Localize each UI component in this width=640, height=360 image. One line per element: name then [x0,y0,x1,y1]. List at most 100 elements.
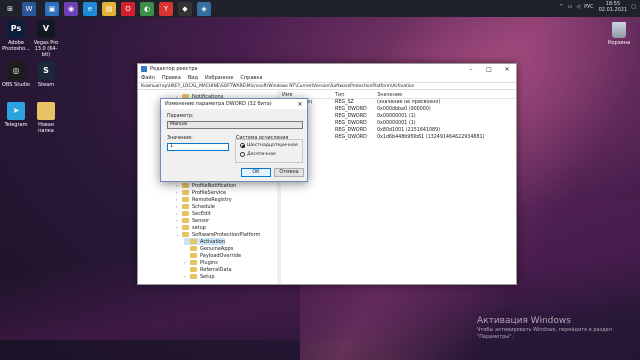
folder-icon [190,267,197,272]
network-icon[interactable]: ▭ [567,4,572,10]
tree-item-label: setup [192,224,206,231]
dialog-titlebar[interactable]: Изменение параметра DWORD (32 бита) ✕ [161,99,307,109]
desktop-shortcut-label: Vegas Pro 13.0 (64-bit) [33,40,59,58]
desktop-shortcut-label: Adobe Photosho... [2,40,30,52]
tree-item[interactable]: › Plugins [184,259,218,266]
terminal-icon[interactable]: ▣ [45,1,59,16]
folder-icon [182,232,189,237]
param-label: Параметр: [167,114,194,119]
value-row[interactable]: IntervalREG_DWORD0x000dbba0 (900000) [280,106,516,113]
folder-icon [182,218,189,223]
values-pane: Имя Тип Значение умолчанию)REG_SZ(значен… [280,91,516,284]
folder-icon [182,225,189,230]
tree-item[interactable]: ⌄ SoftwareProtectionPlatform [176,231,260,238]
value-row[interactable]: REG_DWORD 0x00000001 (1) [280,113,516,120]
tree-item[interactable]: › ProfileService [176,189,226,196]
tree-item-label: ProfileService [192,189,227,196]
desktop-shortcut[interactable]: V Vegas Pro 13.0 (64-bit) [31,20,61,58]
radix-hex-radio[interactable]: Шестнадцатеричная [240,143,298,148]
tree-item[interactable]: › Setup [184,273,215,280]
tree-item[interactable]: Activation [184,238,226,245]
tree-item[interactable]: › setup [176,224,206,231]
tree-item-label: ProfileNotification [192,182,237,189]
cancel-button[interactable]: Отмена [274,168,304,177]
value-type: REG_DWORD [335,128,367,133]
radix-dec-label: Десятичная [247,152,276,157]
radio-empty-icon [240,152,245,157]
menu-item[interactable]: Справка [240,75,262,81]
notification-icon[interactable]: ▢ [631,4,636,10]
language-indicator[interactable]: РУС [584,4,594,10]
column-name[interactable]: Имя [280,92,335,98]
value-data: (значение не присвоено) [377,100,441,105]
value-row[interactable]: Activatio...REG_DWORD0x80d1001 (21516410… [280,127,516,134]
desktop-shortcut[interactable]: S Steam [31,62,61,88]
tree-item-label: SecEdit [192,210,211,217]
close-button[interactable]: ✕ [498,66,516,73]
window-title: Редактор реестра [150,66,198,72]
photoshop-icon: Ps [7,20,25,38]
desktop-shortcut-label: OBS Studio [2,82,30,88]
volume-icon[interactable]: ◁ [576,4,580,10]
close-icon[interactable]: ✕ [293,101,307,108]
edge-icon[interactable]: e [83,1,97,16]
desktop-shortcut[interactable]: ➤ Telegram [1,102,31,128]
address-bar[interactable]: Компьютер\HKEY_LOCAL_MACHINE\SOFTWARE\Mi… [138,82,516,90]
chrome-icon[interactable]: ◐ [140,1,154,16]
desktop-shortcut-label: Steam [37,82,55,88]
clock[interactable]: 18:55 02.01.2021 [599,1,628,13]
tree-item[interactable]: › Sensor [176,217,209,224]
tree-item[interactable]: › ProfileNotification [176,182,236,189]
menu-item[interactable]: Избранное [205,75,233,81]
tree-item[interactable]: ReferralData [184,266,232,273]
chevron-up-icon[interactable]: ^ [559,4,563,10]
tree-item[interactable]: › SecEdit [176,210,211,217]
tree-item-label: Setup [200,273,215,280]
menu-item[interactable]: Вид [188,75,198,81]
edit-dword-dialog: Изменение параметра DWORD (32 бита) ✕ Па… [160,98,308,182]
folder-icon [182,211,189,216]
tree-item-label: SoftwareProtectionPlatform [192,231,261,238]
value-data-field[interactable]: 1 [167,143,229,151]
menu-item[interactable]: Файл [141,75,155,81]
column-value[interactable]: Значение [377,92,516,98]
vegas-icon: V [37,20,55,38]
ok-button[interactable]: ОК [241,168,271,177]
value-row[interactable]: Activatio...REG_QWORD0x1d6b448b9f0b61 (1… [280,134,516,141]
windows-icon[interactable]: ⊞ [3,1,17,16]
minimize-button[interactable]: – [462,66,480,73]
python-icon[interactable]: ◈ [197,1,211,16]
tree-item[interactable]: GenuineApps [184,245,233,252]
value-type: REG_SZ [335,100,354,105]
window-titlebar[interactable]: Редактор реестра – □ ✕ [138,64,516,74]
desktop-shortcut[interactable]: Ps Adobe Photosho... [1,20,31,52]
column-type[interactable]: Тип [335,92,377,98]
tree-item[interactable]: › RemoteRegistry [176,196,232,203]
value-type: REG_DWORD [335,121,367,126]
desktop-shortcut-label: Telegram [4,122,28,128]
tree-item[interactable]: PayloadOverride [184,252,241,259]
system-tray: ^ ▭ ◁ РУС 18:55 02.01.2021 ▢ [555,1,636,13]
tree-item-label: ReferralData [200,266,232,273]
value-type: REG_QWORD [335,135,367,140]
param-name-field: Manual [167,121,303,129]
watermark-title: Активация Windows [477,316,571,326]
yandex-icon[interactable]: Y [159,1,173,16]
maximize-button[interactable]: □ [480,66,498,73]
desktop-shortcut[interactable]: ◎ OBS Studio [1,62,31,88]
tree-item[interactable]: › Schedule [176,203,215,210]
explorer-icon[interactable]: ▤ [102,1,116,16]
tree-item-label: GenuineApps [200,245,234,252]
value-row[interactable]: умолчанию)REG_SZ(значение не присвоено) [280,99,516,106]
steam-icon: S [37,62,55,80]
value-row[interactable]: ctionDisa...REG_DWORD0x00000001 (1) [280,120,516,127]
tor-icon[interactable]: ◉ [64,1,78,16]
unity-icon[interactable]: ◆ [178,1,192,16]
menu-item[interactable]: Правка [162,75,181,81]
recycle-bin[interactable]: Корзина [603,22,635,46]
word-icon[interactable]: W [22,1,36,16]
opera-icon[interactable]: O [121,1,135,16]
radix-dec-radio[interactable]: Десятичная [240,152,276,157]
desktop-shortcut[interactable]: Новая папка [31,102,61,134]
folder-icon [190,274,197,279]
